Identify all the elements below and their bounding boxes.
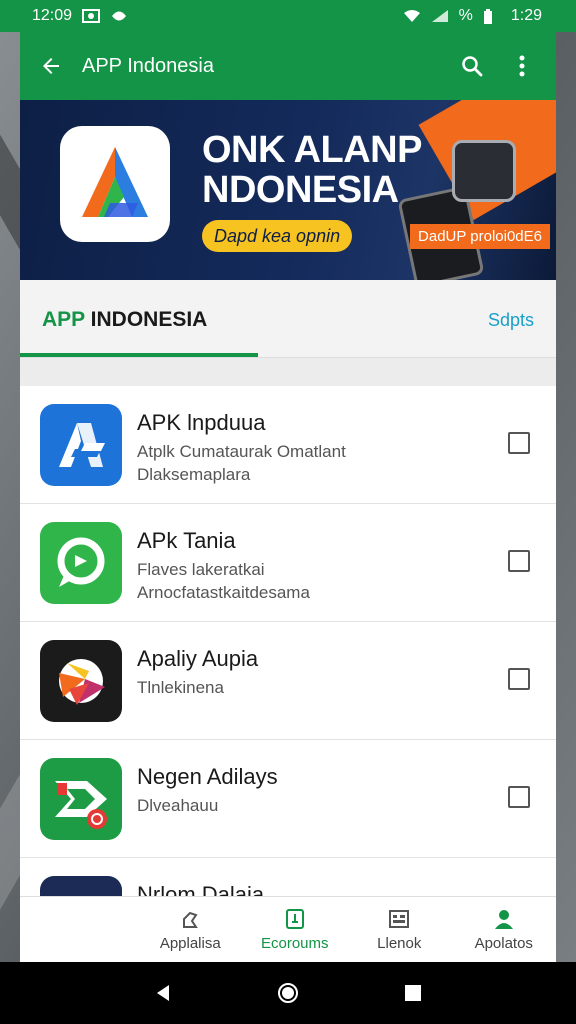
select-checkbox[interactable] (508, 432, 530, 454)
app-name: APK lnpduua (137, 410, 266, 435)
banner-headline-line1: ONK ALANP (202, 129, 422, 171)
section-header: APP INDONESIA Sdpts (20, 280, 556, 358)
app-description: Dlveahauu (137, 794, 218, 817)
app-list: APK lnpduua Atplk Cumataurak Omatlant Dl… (20, 386, 556, 976)
section-title-rest: INDONESIA (84, 308, 208, 331)
grid-icon (387, 907, 411, 931)
apps-icon (178, 907, 202, 931)
app-description: Atplk Cumataurak Omatlant Dlaksemaplara (137, 440, 346, 486)
app-description-line1: Atplk Cumataurak Omatlant (137, 442, 346, 461)
app-description-line2: Dlaksemaplara (137, 465, 251, 484)
search-icon[interactable] (454, 48, 490, 84)
top-app-bar: APP Indonesia (20, 32, 556, 100)
nav-label: Ecoroums (260, 935, 329, 952)
arrow-back-icon[interactable] (36, 51, 66, 81)
status-bar: 12:09 % 1:29 (0, 0, 576, 32)
system-navigation-bar (0, 962, 576, 1024)
list-item[interactable]: APK lnpduua Atplk Cumataurak Omatlant Dl… (20, 386, 556, 504)
home-circle-icon[interactable] (274, 979, 302, 1007)
app-description-line2: Arnocfatastkaitdesama (137, 583, 310, 602)
app-notification-icon (110, 9, 128, 23)
banner-headline: ONK ALANP NDONESIA (202, 130, 422, 210)
list-item[interactable]: APk Tania Flaves lakeratkai Arnocfatastk… (20, 504, 556, 622)
select-checkbox[interactable] (508, 786, 530, 808)
app-name: Negen Adilays (137, 764, 278, 789)
list-item[interactable]: Apaliy Aupia Tlnlekinena (20, 622, 556, 740)
section-title-app: APP (42, 308, 85, 331)
nav-item-documents[interactable]: Ecoroums (243, 897, 348, 962)
back-triangle-icon[interactable] (149, 979, 177, 1007)
nav-label: Llenok (377, 935, 422, 952)
banner-promo-tag: DadUP proloi0dE6 (410, 224, 550, 249)
list-item[interactable]: Negen Adilays Dlveahauu (20, 740, 556, 858)
nav-label: Applalisa (159, 935, 221, 952)
status-indicators: % (458, 7, 473, 24)
wifi-icon (403, 9, 421, 23)
select-checkbox[interactable] (508, 668, 530, 690)
more-vert-icon[interactable] (504, 48, 540, 84)
person-icon (492, 907, 516, 931)
tab-indicator (20, 353, 258, 357)
nav-label: Apolatos (474, 935, 533, 952)
app-description-line1: Flaves lakeratkai (137, 560, 265, 579)
banner-headline-line2: NDONESIA (202, 169, 399, 211)
section-title: APP INDONESIA (42, 308, 207, 332)
app-description: Tlnlekinena (137, 676, 224, 699)
app-description: Flaves lakeratkai Arnocfatastkaitdesama (137, 558, 310, 604)
multicolor-logo-icon (40, 640, 122, 722)
recents-square-icon[interactable] (399, 979, 427, 1007)
camera-graphic-icon (452, 140, 516, 202)
green-play-logo-icon (40, 758, 122, 840)
section-divider (20, 358, 556, 386)
toolbar-title: APP Indonesia (82, 54, 214, 77)
status-time-right: 1:29 (510, 7, 542, 24)
bottom-navigation: Applalisa Ecoroums Llenok Apolatos (20, 896, 556, 962)
notification-icon (82, 9, 101, 23)
select-checkbox[interactable] (508, 550, 530, 572)
battery-icon (483, 9, 501, 24)
green-chat-logo-icon (40, 522, 122, 604)
status-right: % 1:29 (403, 7, 542, 25)
banner-cta-pill[interactable]: Dapd kea opnin (202, 220, 353, 252)
signal-icon (431, 9, 449, 23)
app-description-line1: Tlnlekinena (137, 678, 224, 697)
app-name: APk Tania (137, 528, 236, 553)
nav-item-grid[interactable]: Llenok (347, 897, 452, 962)
section-action-link[interactable]: Sdpts (488, 310, 534, 331)
blue-a-logo-icon (40, 404, 122, 486)
app-description-line1: Dlveahauu (137, 796, 219, 815)
banner-app-logo-icon (60, 126, 170, 242)
promo-banner[interactable]: ONK ALANP NDONESIA Dapd kea opnin DadUP … (20, 100, 556, 280)
document-icon (283, 907, 307, 931)
nav-item-profile[interactable]: Apolatos (452, 897, 557, 962)
status-left: 12:09 (32, 7, 128, 25)
app-name: Apaliy Aupia (137, 646, 259, 671)
status-time-left: 12:09 (32, 7, 73, 24)
nav-item-apps[interactable]: Applalisa (138, 897, 243, 962)
